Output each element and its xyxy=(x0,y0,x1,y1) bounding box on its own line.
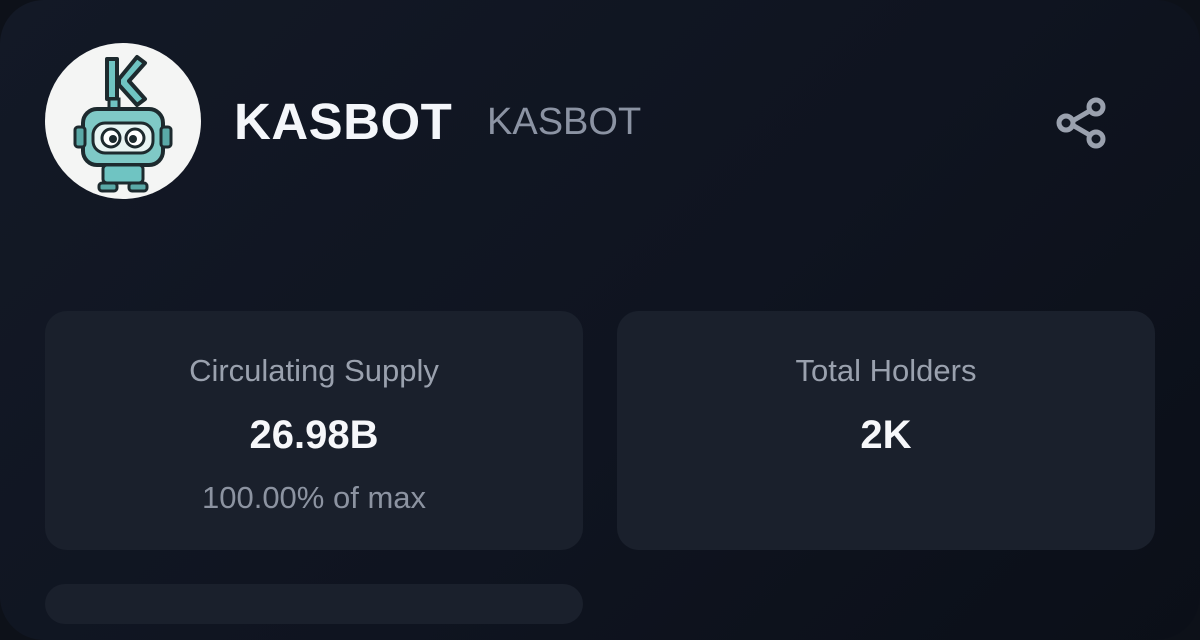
token-card: KASBOT KASBOT Circulating Supply 26.98B … xyxy=(0,0,1200,640)
token-name: KASBOT xyxy=(234,93,453,150)
share-button[interactable] xyxy=(1052,94,1112,150)
token-symbol: KASBOT xyxy=(487,101,642,143)
token-logo xyxy=(45,43,201,199)
circulating-supply-percent: 100.00% of max xyxy=(201,480,427,515)
total-holders-tile: Total Holders 2K xyxy=(617,311,1155,550)
total-holders-label: Total Holders xyxy=(795,353,977,388)
total-holders-value: 2K xyxy=(860,413,912,457)
circulating-supply-value: 26.98B xyxy=(249,413,379,457)
share-icon xyxy=(1056,97,1106,149)
kasbot-robot-icon xyxy=(73,55,173,193)
circulating-supply-label: Circulating Supply xyxy=(189,353,439,388)
circulating-supply-tile: Circulating Supply 26.98B 100.00% of max xyxy=(45,311,583,550)
next-stat-tile xyxy=(45,584,583,624)
